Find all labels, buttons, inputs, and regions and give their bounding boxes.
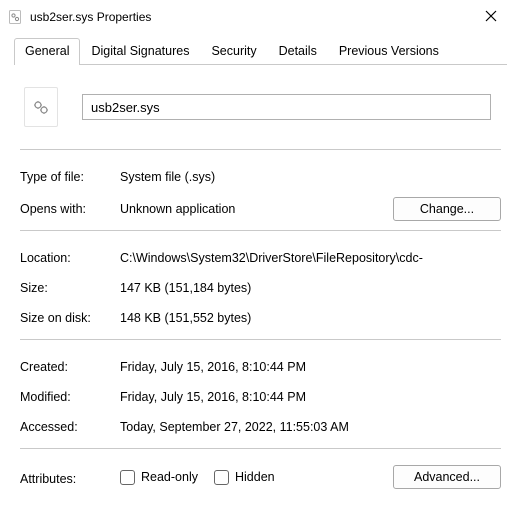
modified-value: Friday, July 15, 2016, 8:10:44 PM xyxy=(120,390,501,404)
tab-previous-versions[interactable]: Previous Versions xyxy=(328,38,450,64)
accessed-label: Accessed: xyxy=(20,420,120,434)
advanced-button[interactable]: Advanced... xyxy=(393,465,501,489)
readonly-label: Read-only xyxy=(141,470,198,484)
size-on-disk-label: Size on disk: xyxy=(20,311,120,325)
file-large-icon xyxy=(24,87,58,127)
file-name-input[interactable] xyxy=(82,94,491,120)
size-on-disk-value: 148 KB (151,552 bytes) xyxy=(120,311,501,325)
modified-label: Modified: xyxy=(20,390,120,404)
tab-security[interactable]: Security xyxy=(200,38,267,64)
type-of-file-label: Type of file: xyxy=(20,170,120,184)
change-button[interactable]: Change... xyxy=(393,197,501,221)
divider xyxy=(20,448,501,449)
close-button[interactable] xyxy=(471,9,511,26)
divider xyxy=(20,230,501,231)
tab-digital-signatures[interactable]: Digital Signatures xyxy=(80,38,200,64)
opens-with-value: Unknown application xyxy=(120,202,393,216)
hidden-label: Hidden xyxy=(235,470,275,484)
tab-label: Previous Versions xyxy=(339,44,439,58)
accessed-value: Today, September 27, 2022, 11:55:03 AM xyxy=(120,420,501,434)
hidden-checkbox[interactable]: Hidden xyxy=(214,470,275,485)
opens-with-label: Opens with: xyxy=(20,202,120,216)
readonly-checkbox[interactable]: Read-only xyxy=(120,470,198,485)
created-label: Created: xyxy=(20,360,120,374)
tab-general[interactable]: General xyxy=(14,38,80,64)
size-value: 147 KB (151,184 bytes) xyxy=(120,281,501,295)
tab-label: Security xyxy=(211,44,256,58)
file-type-icon xyxy=(8,9,24,25)
tabstrip: General Digital Signatures Security Deta… xyxy=(0,32,521,64)
checkbox-box xyxy=(120,470,135,485)
divider xyxy=(20,149,501,150)
tab-label: Digital Signatures xyxy=(91,44,189,58)
checkbox-box xyxy=(214,470,229,485)
tab-content-general: Type of file: System file (.sys) Opens w… xyxy=(0,65,521,497)
tab-label: General xyxy=(25,44,69,58)
divider xyxy=(20,339,501,340)
type-of-file-value: System file (.sys) xyxy=(120,170,501,184)
tab-label: Details xyxy=(279,44,317,58)
titlebar: usb2ser.sys Properties xyxy=(0,0,521,32)
location-value: C:\Windows\System32\DriverStore\FileRepo… xyxy=(120,251,501,265)
attributes-label: Attributes: xyxy=(20,472,120,486)
window-title: usb2ser.sys Properties xyxy=(30,10,471,24)
created-value: Friday, July 15, 2016, 8:10:44 PM xyxy=(120,360,501,374)
tab-details[interactable]: Details xyxy=(268,38,328,64)
location-label: Location: xyxy=(20,251,120,265)
size-label: Size: xyxy=(20,281,120,295)
